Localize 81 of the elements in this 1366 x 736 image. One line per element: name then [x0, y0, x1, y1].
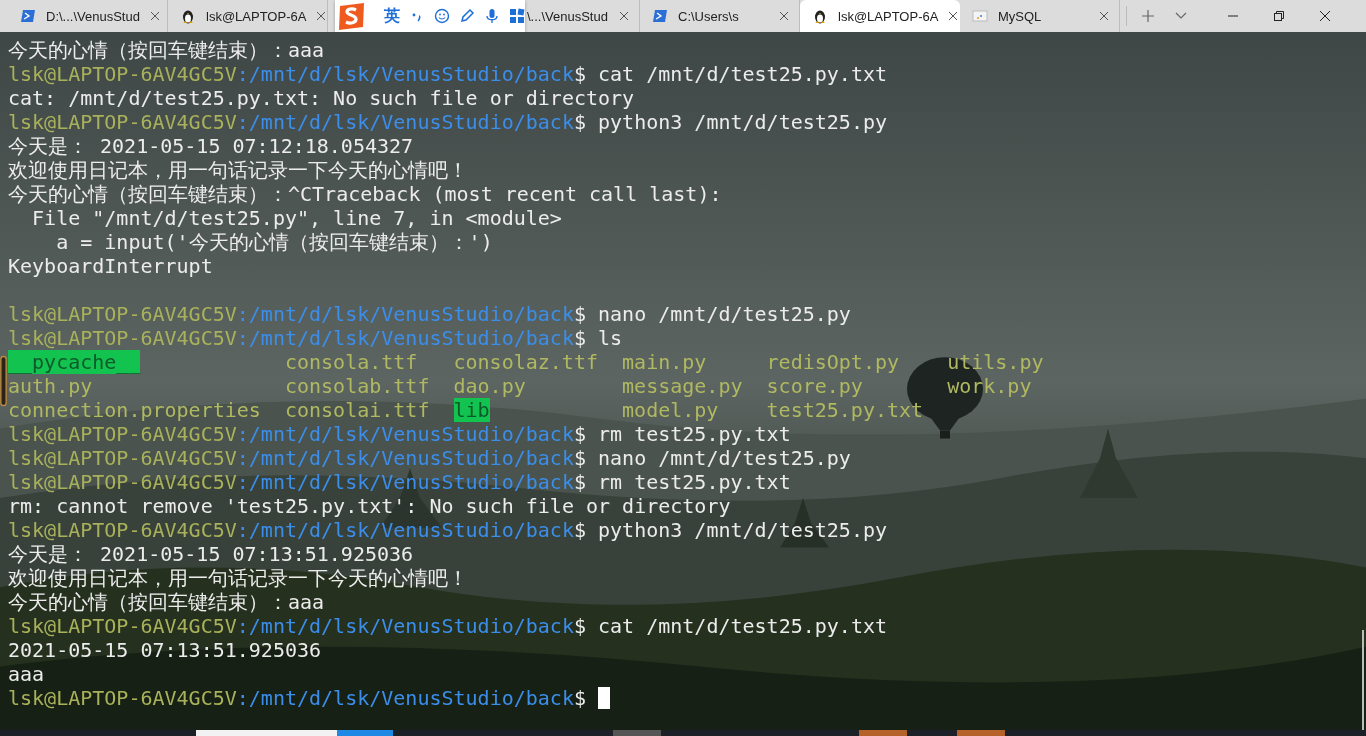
- file-name: consolaz.ttf: [453, 350, 598, 374]
- close-icon[interactable]: [779, 11, 789, 21]
- microphone-icon[interactable]: [484, 8, 500, 24]
- file-name: consola.ttf: [284, 350, 418, 374]
- output-line: 今天是： 2021-05-15 07:13:51.925036: [8, 542, 414, 566]
- output-line: 今天是： 2021-05-15 07:12:18.054327: [8, 134, 414, 158]
- prompt-path: :/mnt/d/lsk/VenusStudio/back: [236, 302, 574, 326]
- close-icon[interactable]: [948, 11, 959, 21]
- close-icon[interactable]: [316, 11, 327, 21]
- prompt-path: :/mnt/d/lsk/VenusStudio/back: [236, 110, 574, 134]
- prompt-path: :/mnt/d/lsk/VenusStudio/back: [236, 326, 574, 350]
- prompt-user: lsk@LAPTOP-6AV4GC5V: [8, 110, 237, 134]
- output-line: 欢迎使用日记本，用一句话记录一下今天的心情吧！: [8, 158, 468, 182]
- console-icon: [972, 8, 988, 24]
- close-icon[interactable]: [619, 11, 629, 21]
- plus-icon[interactable]: [1142, 10, 1154, 22]
- close-icon[interactable]: [1320, 11, 1330, 21]
- file-name: lib: [453, 398, 490, 422]
- prompt-user: lsk@LAPTOP-6AV4GC5V: [8, 470, 237, 494]
- prompt-path: :/mnt/d/lsk/VenusStudio/back: [236, 686, 574, 710]
- chevron-icon[interactable]: [1175, 12, 1187, 20]
- grid-icon[interactable]: [509, 8, 525, 24]
- prompt-path: :/mnt/d/lsk/VenusStudio/back: [236, 446, 574, 470]
- file-name: redisOpt.py: [766, 350, 899, 374]
- prompt-path: :/mnt/d/lsk/VenusStudio/back: [236, 518, 574, 542]
- file-name: consolab.ttf: [284, 374, 430, 398]
- command-text: $ cat /mnt/d/test25.py.txt: [573, 62, 887, 86]
- prompt-user: lsk@LAPTOP-6AV4GC5V: [8, 686, 237, 710]
- terminal-icon: [652, 8, 668, 24]
- penguin-icon: [180, 8, 196, 24]
- s-logo-icon[interactable]: [337, 1, 367, 31]
- output-line: 2021-05-15 07:13:51.925036: [8, 638, 322, 662]
- prompt-user: lsk@LAPTOP-6AV4GC5V: [8, 62, 237, 86]
- prompt-path: :/mnt/d/lsk/VenusStudio/back: [236, 62, 574, 86]
- file-name: model.py: [622, 398, 719, 422]
- output-line: cat: /mnt/d/test25.py.txt: No such file or directory: [8, 86, 635, 110]
- prompt-path: :/mnt/d/lsk/VenusStudio/back: [236, 470, 574, 494]
- prompt-user: lsk@LAPTOP-6AV4GC5V: [8, 302, 237, 326]
- file-name: connection.properties: [8, 398, 261, 422]
- output-line: a = input('今天的心情（按回车键结束）：'): [55, 230, 493, 254]
- prompt-user: lsk@LAPTOP-6AV4GC5V: [8, 422, 237, 446]
- output-line: File "/mnt/d/test25.py", line 7, in <module>: [31, 206, 562, 230]
- prompt-user: lsk@LAPTOP-6AV4GC5V: [8, 614, 237, 638]
- output-line: 今天的心情（按回车键结束）：^CTraceback (most recent call last):: [8, 182, 722, 206]
- restore-icon[interactable]: [1274, 11, 1284, 21]
- prompt-path: :/mnt/d/lsk/VenusStudio/back: [236, 422, 574, 446]
- command-text: $ nano /mnt/d/test25.py: [573, 446, 851, 470]
- command-text: $ ls: [573, 326, 623, 350]
- command-text: $ nano /mnt/d/test25.py: [573, 302, 851, 326]
- file-name: consolai.ttf: [284, 398, 430, 422]
- output-line: KeyboardInterrupt: [8, 254, 213, 278]
- scrollbar[interactable]: [1362, 630, 1364, 730]
- file-name: test25.py.txt: [766, 398, 924, 422]
- prompt-user: lsk@LAPTOP-6AV4GC5V: [8, 446, 237, 470]
- tab[interactable]: lsk@LAPTOP-6A: [800, 0, 960, 32]
- close-icon[interactable]: [149, 11, 160, 21]
- command-text: $: [573, 686, 586, 710]
- smiley-icon[interactable]: [434, 8, 450, 24]
- file-name: message.py: [622, 374, 743, 398]
- command-text: $ python3 /mnt/d/test25.py: [573, 518, 887, 542]
- file-name: dao.py: [453, 374, 526, 398]
- command-text: $ rm test25.py.txt: [573, 470, 791, 494]
- command-text: $ cat /mnt/d/test25.py.txt: [573, 614, 887, 638]
- output-line: 欢迎使用日记本，用一句话记录一下今天的心情吧！: [8, 566, 468, 590]
- terminal-icon: [20, 8, 36, 24]
- output-line: rm: cannot remove 'test25.py.txt': No such file or directory: [8, 494, 731, 518]
- input-mode-toggle[interactable]: 英: [384, 5, 400, 27]
- file-name: score.py: [766, 374, 863, 398]
- prompt-path: :/mnt/d/lsk/VenusStudio/back: [236, 614, 574, 638]
- command-text: $ rm test25.py.txt: [573, 422, 791, 446]
- command-text: $ python3 /mnt/d/test25.py: [573, 110, 887, 134]
- output-line: 今天的心情（按回车键结束）：aaa: [8, 38, 325, 62]
- file-name: auth.py: [8, 374, 93, 398]
- penguin-icon: [812, 8, 828, 24]
- pen-icon[interactable]: [459, 8, 475, 24]
- output-line: 今天的心情（按回车键结束）：aaa: [8, 590, 325, 614]
- prompt-user: lsk@LAPTOP-6AV4GC5V: [8, 518, 237, 542]
- prompt-user: lsk@LAPTOP-6AV4GC5V: [8, 326, 237, 350]
- output-line: aaa: [8, 662, 45, 686]
- close-icon[interactable]: [1099, 11, 1109, 21]
- file-name: main.py: [622, 350, 707, 374]
